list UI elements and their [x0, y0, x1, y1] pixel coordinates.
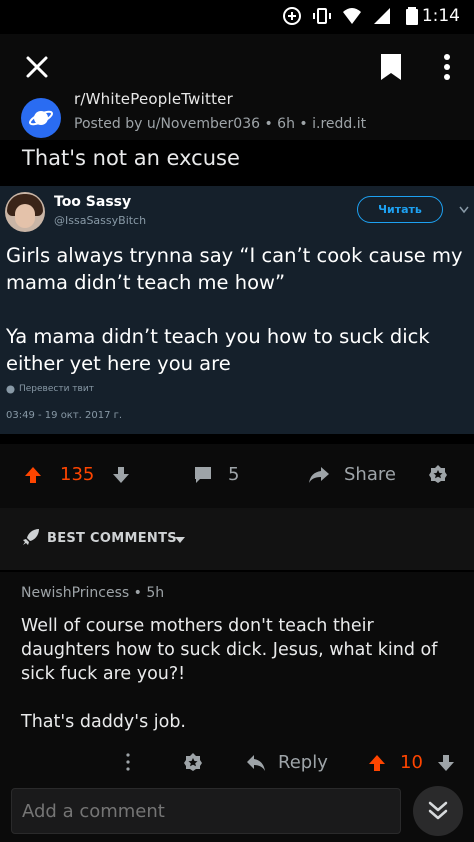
reply-icon [247, 754, 265, 771]
post-score: 135 [60, 464, 95, 485]
double-chevron-down-icon [428, 801, 448, 820]
tweet-image[interactable]: Too Sassy @IssaSassyBitch Читать Girls a… [0, 186, 474, 434]
jump-down-button[interactable] [413, 786, 463, 836]
share-label: Share [344, 464, 396, 485]
rocket-icon [23, 529, 39, 545]
bookmark-icon[interactable] [380, 53, 402, 81]
post-title: That's not an excuse [22, 146, 240, 170]
post-header: r/WhitePeopleTwitter Posted by u/Novembe… [0, 90, 474, 140]
signal-icon [374, 8, 390, 24]
close-icon[interactable] [24, 54, 50, 80]
comment: NewishPrincess • 5h Well of course mothe… [0, 572, 474, 784]
more-options-icon[interactable] [442, 52, 452, 82]
subreddit-name[interactable]: r/WhitePeopleTwitter [74, 90, 233, 108]
sort-label: BEST COMMENTS [47, 531, 177, 546]
data-saver-icon [283, 7, 301, 25]
share-icon [309, 466, 329, 483]
translate-label: Перевести твит [19, 384, 94, 394]
downvote-icon[interactable] [112, 466, 130, 484]
comment-count: 5 [228, 464, 240, 485]
avatar [5, 192, 45, 232]
reply-button[interactable]: Reply [246, 752, 328, 773]
chevron-down-icon [459, 206, 469, 214]
wifi-icon [343, 8, 361, 24]
vote-group: 135 [24, 464, 130, 485]
translate-link: Перевести твит [6, 384, 94, 394]
award-button[interactable] [428, 464, 448, 484]
globe-icon [6, 384, 15, 394]
comment-composer [0, 784, 474, 842]
top-bar [0, 34, 474, 100]
tweet-author-name: Too Sassy [54, 194, 132, 210]
tweet-text: Girls always trynna say “I can’t cook ca… [6, 244, 463, 375]
upvote-icon[interactable] [24, 466, 42, 484]
comment-body: Well of course mothers don't teach their… [21, 616, 438, 732]
comment-author[interactable]: NewishPrincess • 5h [21, 585, 164, 601]
tweet-author-handle: @IssaSassyBitch [54, 214, 147, 227]
comment-more-button[interactable] [124, 752, 132, 772]
comment-icon [195, 466, 211, 483]
vibrate-icon [313, 8, 331, 24]
status-bar: 1:14 [0, 0, 474, 34]
post-action-bar: 135 5 Share [0, 444, 474, 508]
caret-down-icon [175, 537, 185, 543]
upvote-icon[interactable] [368, 754, 386, 772]
sort-selector[interactable]: BEST COMMENTS [0, 508, 474, 570]
post-meta: Posted by u/November036 • 6h • i.redd.it [74, 116, 367, 132]
comment-score: 10 [400, 752, 423, 773]
battery-icon [406, 7, 418, 25]
reply-label: Reply [278, 752, 328, 773]
award-icon [184, 753, 202, 771]
award-icon [429, 465, 447, 483]
comment-vote-group: 10 [368, 752, 455, 773]
share-button[interactable]: Share [308, 464, 396, 485]
comment-input[interactable] [11, 788, 401, 834]
downvote-icon[interactable] [437, 754, 455, 772]
more-options-icon [126, 753, 130, 771]
comment-award-button[interactable] [183, 752, 203, 772]
planet-icon [28, 110, 54, 126]
tweet-date: 03:49 - 19 окт. 2017 г. [6, 410, 123, 421]
comments-button[interactable]: 5 [194, 464, 239, 485]
subreddit-icon[interactable] [21, 98, 61, 138]
follow-button: Читать [357, 196, 443, 223]
clock: 1:14 [421, 6, 460, 26]
